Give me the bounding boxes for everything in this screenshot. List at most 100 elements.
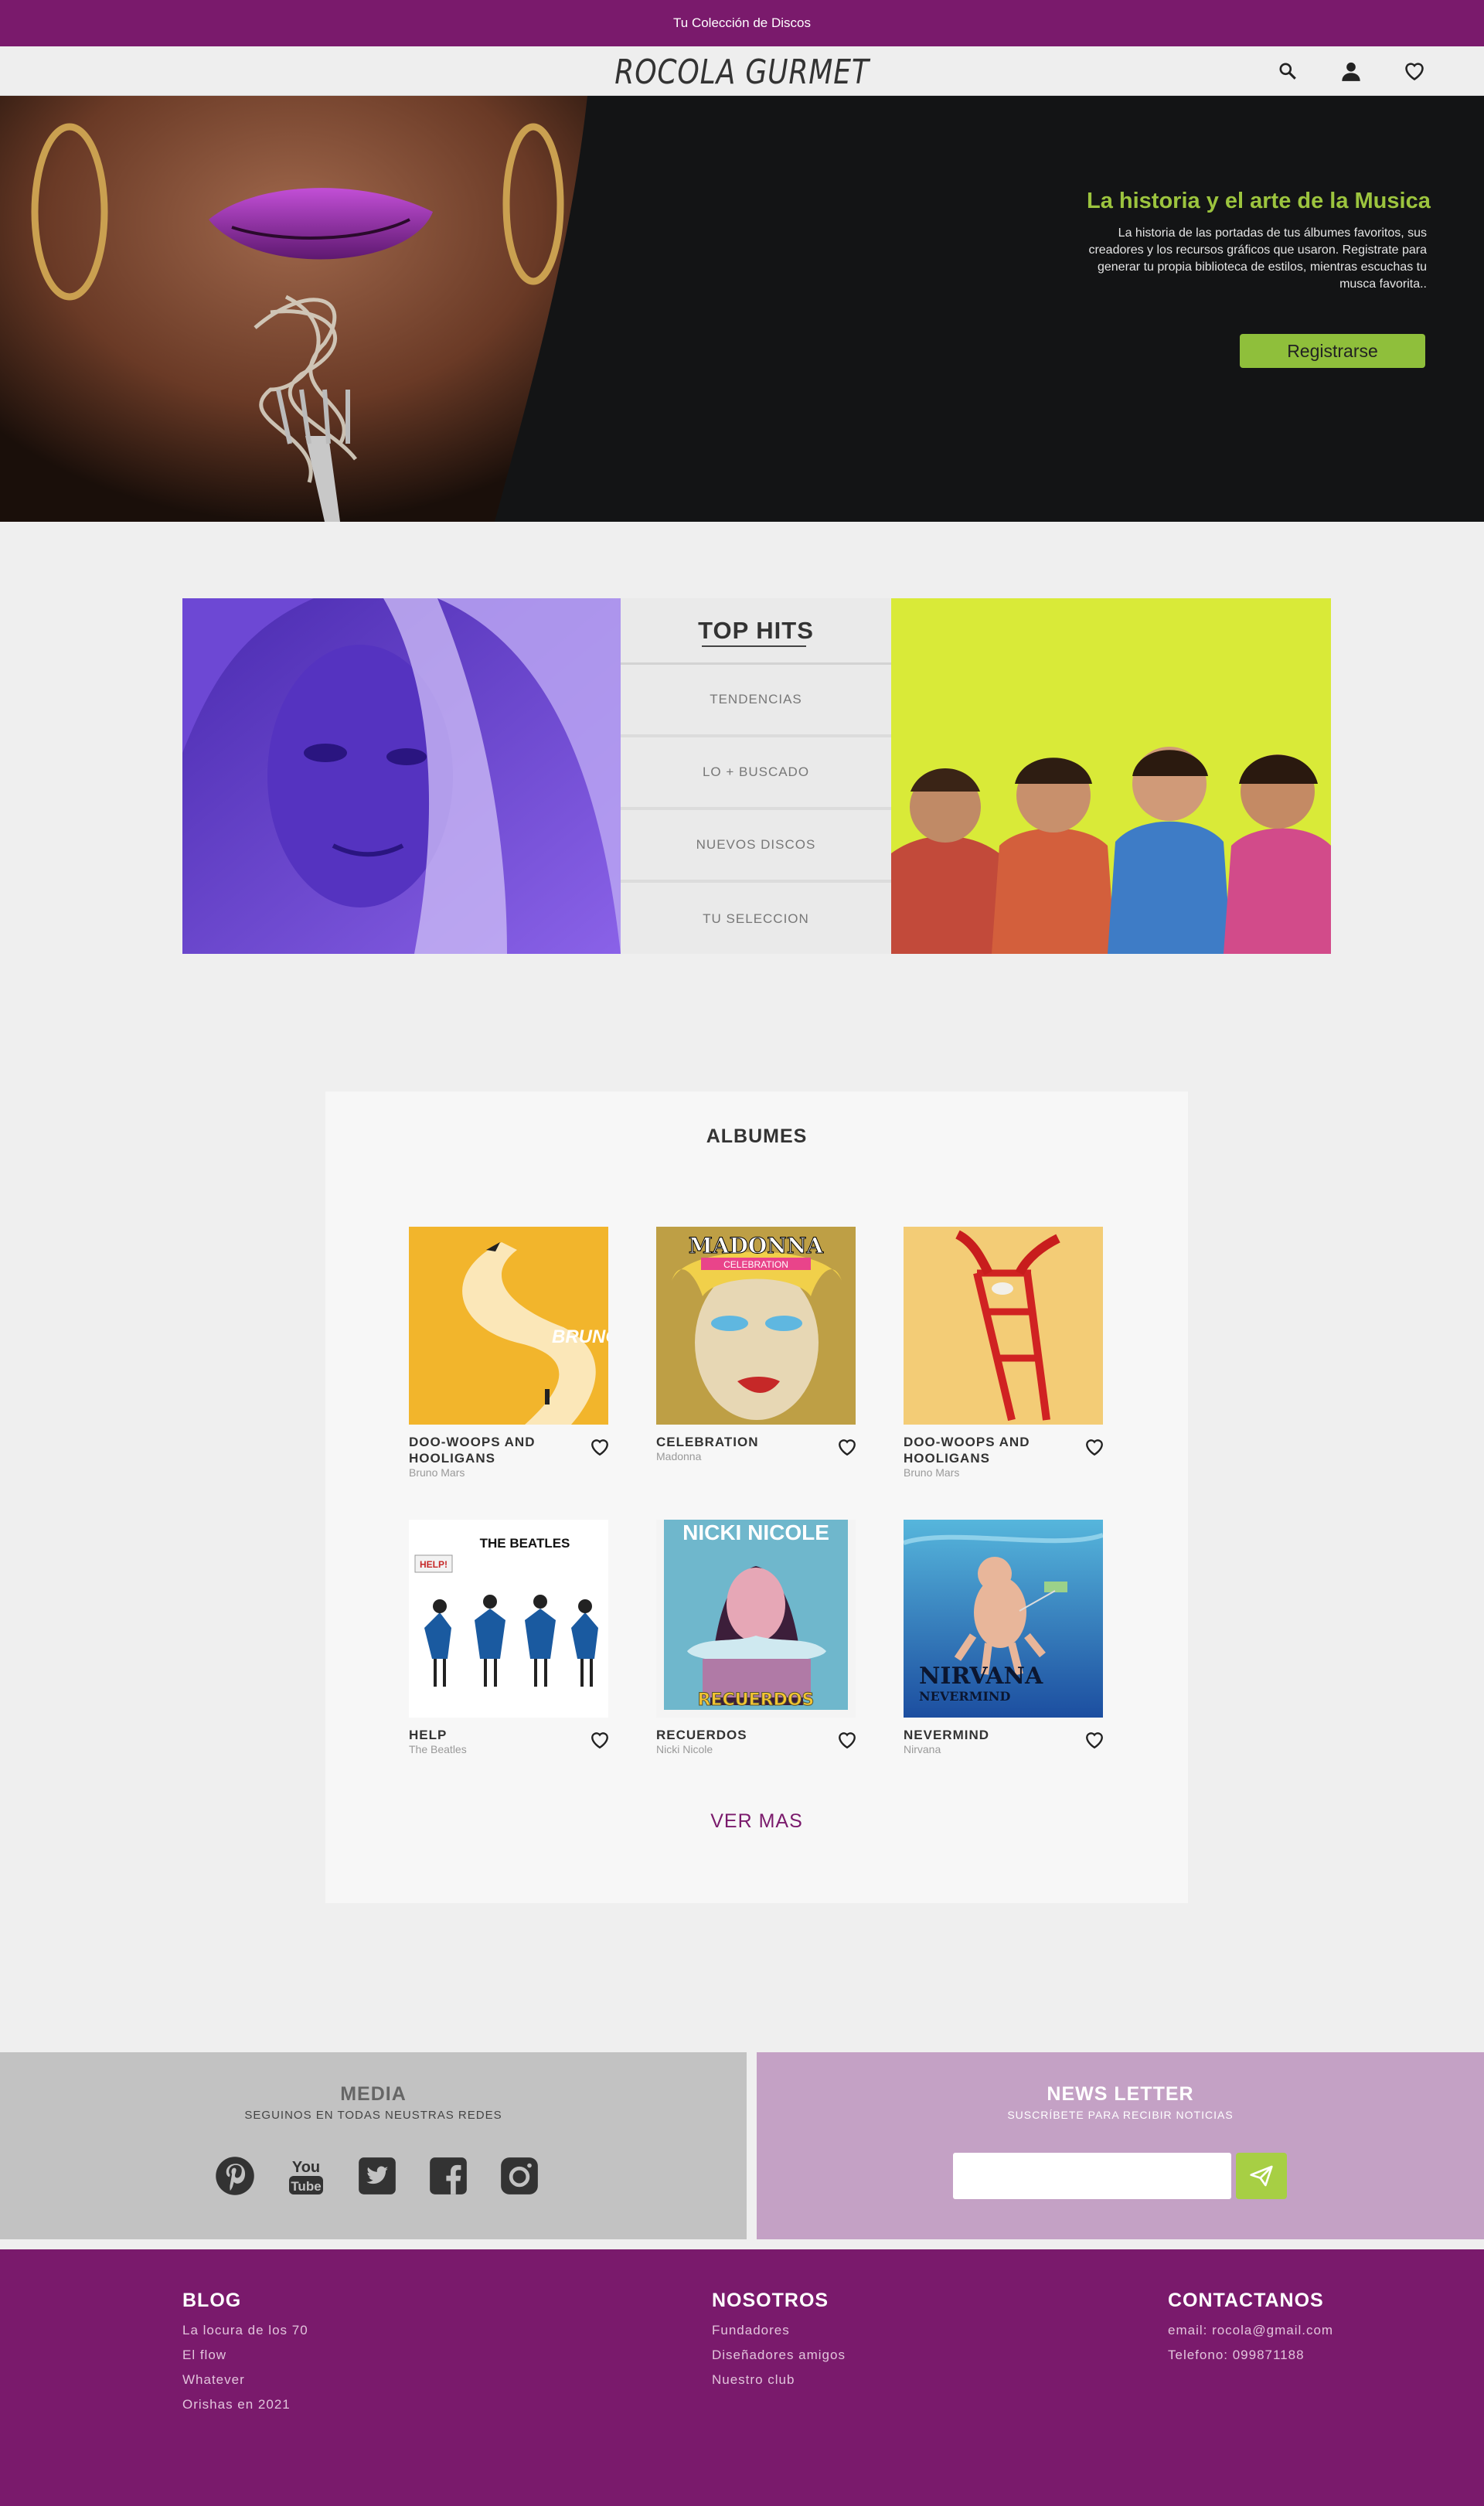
- announcement-text: Tu Colección de Discos: [673, 15, 811, 30]
- album-cover-subtext: NEVERMIND: [919, 1689, 1011, 1704]
- album-artist: The Beatles: [409, 1743, 467, 1755]
- newsletter-subtitle: SUSCRÍBETE PARA RECIBIR NOTICIAS: [1007, 2109, 1234, 2121]
- media-subtitle: SEGUINOS EN TODAS NEUSTRAS REDES: [244, 2109, 502, 2122]
- album-artist: Bruno Mars: [904, 1466, 960, 1479]
- facebook-icon[interactable]: [427, 2154, 470, 2198]
- album-meta: CELEBRATION Madonna: [656, 1434, 826, 1462]
- hero-image: [0, 96, 611, 522]
- menu-item-tendencias[interactable]: TENDENCIAS: [621, 665, 891, 737]
- footer-link[interactable]: email: rocola@gmail.com: [1168, 2318, 1333, 2343]
- footer-link[interactable]: Fundadores: [712, 2318, 846, 2343]
- hero-copy: La historia y el arte de la Musica La hi…: [1087, 189, 1431, 293]
- album-card[interactable]: MADONNA CELEBRATION CELEBRATION Madonna: [656, 1227, 859, 1462]
- album-meta: HELP The Beatles: [409, 1727, 579, 1755]
- album-cover-subtext: HELP!: [420, 1559, 448, 1570]
- album-cover-text: NICKI NICOLE: [682, 1520, 829, 1544]
- album-cover-subtext: RECUERDOS: [698, 1691, 815, 1710]
- favorite-heart-icon[interactable]: [588, 1435, 611, 1459]
- footer-column-blog: BLOG La locura de los 70 El flow Whateve…: [182, 2290, 308, 2417]
- favorite-heart-icon[interactable]: [836, 1435, 859, 1459]
- album-title: HELP: [409, 1728, 448, 1742]
- newsletter-title: NEWS LETTER: [1047, 2083, 1194, 2105]
- footer-link[interactable]: Whatever: [182, 2368, 308, 2392]
- album-card[interactable]: NIRVANA NEVERMIND NEVERMIND Nirvana: [904, 1520, 1106, 1755]
- top-hits-image-left: [182, 598, 621, 954]
- hero-banner: La historia y el arte de la Musica La hi…: [0, 96, 1484, 522]
- announcement-bar: Tu Colección de Discos: [0, 0, 1484, 46]
- album-card[interactable]: THE BEATLES HELP! HELP The Beatles: [409, 1520, 611, 1755]
- media-section: MEDIA SEGUINOS EN TODAS NEUSTRAS REDES Y…: [0, 2052, 747, 2239]
- header-actions: [1272, 56, 1430, 87]
- footer-link[interactable]: Telefono: 099871188: [1168, 2343, 1333, 2368]
- footer-heading: BLOG: [182, 2290, 242, 2311]
- album-card[interactable]: DOO-WOOPS AND HOOLIGANS Bruno Mars: [904, 1227, 1106, 1479]
- album-artist: Bruno Mars: [409, 1466, 465, 1479]
- user-icon[interactable]: [1336, 56, 1367, 87]
- pinterest-icon[interactable]: [213, 2154, 257, 2198]
- album-artist: Madonna: [656, 1450, 702, 1462]
- top-hits-image-right: [891, 598, 1331, 954]
- top-hits-title: TOP HITS: [621, 598, 891, 665]
- menu-item-tu-seleccion[interactable]: TU SELECCION: [621, 883, 891, 955]
- view-more-link[interactable]: VER MAS: [325, 1810, 1188, 1833]
- album-cover-doo-woops[interactable]: BRUNO MARS: [409, 1227, 608, 1425]
- instagram-icon[interactable]: [498, 2154, 541, 2198]
- register-button[interactable]: Registrarse: [1240, 334, 1425, 368]
- heart-icon[interactable]: [1399, 56, 1430, 87]
- hero-title: La historia y el arte de la Musica: [1087, 189, 1431, 213]
- album-meta: DOO-WOOPS AND HOOLIGANS Bruno Mars: [904, 1434, 1074, 1479]
- album-cover-recuerdos[interactable]: NICKI NICOLE RECUERDOS: [656, 1520, 856, 1718]
- search-icon[interactable]: [1272, 56, 1303, 87]
- album-title: RECUERDOS: [656, 1728, 747, 1742]
- album-cover-help[interactable]: THE BEATLES HELP!: [409, 1520, 608, 1718]
- album-cover-text: BRUNO MARS: [552, 1326, 608, 1347]
- album-artist: Nirvana: [904, 1743, 941, 1755]
- twitter-icon[interactable]: [356, 2154, 399, 2198]
- album-title: DOO-WOOPS AND HOOLIGANS: [409, 1435, 536, 1466]
- newsletter-section: NEWS LETTER SUSCRÍBETE PARA RECIBIR NOTI…: [757, 2052, 1484, 2239]
- youtube-icon[interactable]: You Tube: [284, 2154, 328, 2198]
- album-title: NEVERMIND: [904, 1728, 990, 1742]
- social-links: You Tube: [213, 2154, 541, 2198]
- album-artist: Nicki Nicole: [656, 1743, 713, 1755]
- albums-title: ALBUMES: [706, 1125, 808, 1147]
- footer-column-nosotros: NOSOTROS Fundadores Diseñadores amigos N…: [712, 2290, 846, 2392]
- favorite-heart-icon[interactable]: [1083, 1435, 1106, 1459]
- album-title: DOO-WOOPS AND HOOLIGANS: [904, 1435, 1030, 1466]
- menu-item-lo-mas-buscado[interactable]: LO + BUSCADO: [621, 737, 891, 810]
- favorite-heart-icon[interactable]: [588, 1728, 611, 1752]
- menu-item-nuevos-discos[interactable]: NUEVOS DISCOS: [621, 810, 891, 883]
- newsletter-send-button[interactable]: [1236, 2153, 1287, 2199]
- newsletter-email-input[interactable]: [953, 2153, 1231, 2199]
- header: ROCOLA GURMET: [0, 46, 1484, 96]
- favorite-heart-icon[interactable]: [836, 1728, 859, 1752]
- album-cover-text: MADONNA: [689, 1233, 825, 1258]
- album-title: CELEBRATION: [656, 1435, 759, 1449]
- album-card[interactable]: BRUNO MARS DOO-WOOPS AND HOOLIGANS Bruno…: [409, 1227, 611, 1479]
- footer-heading: NOSOTROS: [712, 2290, 829, 2311]
- album-card[interactable]: NICKI NICOLE RECUERDOS RECUERDOS Nicki N…: [656, 1520, 859, 1755]
- top-hits-menu: TOP HITS TENDENCIAS LO + BUSCADO NUEVOS …: [621, 598, 891, 954]
- site-logo[interactable]: ROCOLA GURMET: [134, 53, 1350, 92]
- favorite-heart-icon[interactable]: [1083, 1728, 1106, 1752]
- top-hits-section: TOP HITS TENDENCIAS LO + BUSCADO NUEVOS …: [182, 598, 1331, 954]
- footer-column-contact: CONTACTANOS email: rocola@gmail.com Tele…: [1168, 2290, 1333, 2368]
- footer-link[interactable]: Orishas en 2021: [182, 2392, 308, 2417]
- album-cover-nevermind[interactable]: NIRVANA NEVERMIND: [904, 1520, 1103, 1718]
- footer-link[interactable]: El flow: [182, 2343, 308, 2368]
- footer-link[interactable]: La locura de los 70: [182, 2318, 308, 2343]
- media-title: MEDIA: [340, 2083, 407, 2105]
- album-cover-subtext: CELEBRATION: [723, 1259, 788, 1270]
- footer-link[interactable]: Diseñadores amigos: [712, 2343, 846, 2368]
- album-cover-text: NIRVANA: [919, 1663, 1043, 1690]
- album-cover-text: THE BEATLES: [480, 1536, 570, 1551]
- albums-section: ALBUMES BRUNO MARS DOO-WOOPS AND HOOLIGA…: [325, 1091, 1188, 1903]
- footer: BLOG La locura de los 70 El flow Whateve…: [0, 2249, 1484, 2506]
- album-cover-ladder[interactable]: [904, 1227, 1103, 1425]
- footer-link[interactable]: Nuestro club: [712, 2368, 846, 2392]
- footer-heading: CONTACTANOS: [1168, 2290, 1324, 2311]
- youtube-icon-bottom: Tube: [291, 2179, 321, 2194]
- album-meta: RECUERDOS Nicki Nicole: [656, 1727, 826, 1755]
- album-cover-celebration[interactable]: MADONNA CELEBRATION: [656, 1227, 856, 1425]
- youtube-icon-top: You: [292, 2159, 320, 2176]
